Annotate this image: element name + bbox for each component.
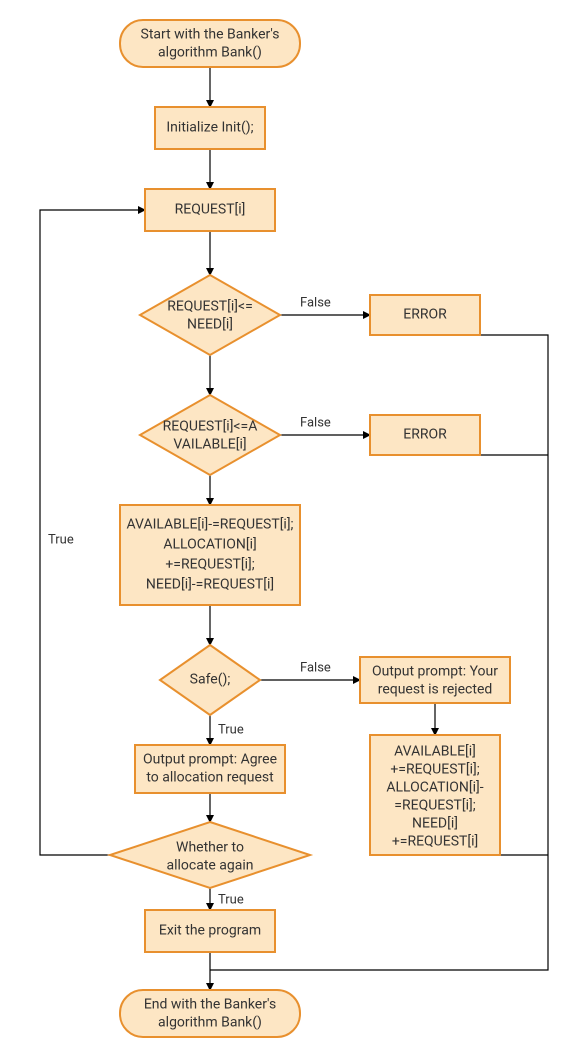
svg-text:+=REQUEST[i]: +=REQUEST[i]	[392, 834, 478, 850]
label-true: True	[218, 722, 244, 737]
process-rollback: AVAILABLE[i] +=REQUEST[i]; ALLOCATION[i]…	[370, 735, 500, 855]
svg-text:Whether to: Whether to	[176, 840, 244, 856]
svg-text:allocate again: allocate again	[166, 858, 253, 874]
svg-text:request is rejected: request is rejected	[378, 682, 493, 698]
process-init: Initialize Init();	[155, 107, 265, 149]
label-false: False	[300, 415, 331, 430]
svg-text:ERROR: ERROR	[403, 427, 447, 443]
process-agree: Output prompt: Agree to allocation reque…	[135, 745, 285, 793]
label-false: False	[300, 295, 331, 310]
svg-text:AVAILABLE[i]-=REQUEST[i];: AVAILABLE[i]-=REQUEST[i];	[127, 517, 294, 533]
svg-text:NEED[i]-=REQUEST[i]: NEED[i]-=REQUEST[i]	[146, 577, 274, 593]
svg-text:REQUEST[i]: REQUEST[i]	[175, 202, 246, 218]
svg-text:=REQUEST[i];: =REQUEST[i];	[394, 798, 475, 814]
terminator-end: End with the Banker's algorithm Bank()	[120, 990, 300, 1037]
svg-text:REQUEST[i]<=A: REQUEST[i]<=A	[163, 419, 258, 435]
svg-text:algorithm Bank(): algorithm Bank()	[158, 45, 262, 61]
process-exit: Exit the program	[145, 910, 275, 952]
svg-text:REQUEST[i]<=: REQUEST[i]<=	[167, 299, 253, 315]
svg-text:Start with the Banker's: Start with the Banker's	[141, 27, 280, 43]
process-error-1: ERROR	[370, 295, 480, 335]
svg-text:ERROR: ERROR	[403, 307, 447, 323]
process-allocate: AVAILABLE[i]-=REQUEST[i]; ALLOCATION[i] …	[120, 505, 300, 605]
svg-text:ALLOCATION[i]: ALLOCATION[i]	[163, 537, 256, 553]
decision-again: Whether to allocate again	[110, 822, 310, 888]
svg-text:+=REQUEST[i];: +=REQUEST[i];	[390, 762, 479, 778]
svg-text:NEED[i]: NEED[i]	[412, 816, 458, 832]
process-reject: Output prompt: Your request is rejected	[360, 657, 510, 703]
svg-text:AVAILABLE[i]: AVAILABLE[i]	[394, 744, 476, 760]
svg-text:to allocation request: to allocation request	[146, 770, 274, 786]
decision-safe: Safe();	[160, 645, 260, 715]
svg-text:ALLOCATION[i]-: ALLOCATION[i]-	[386, 780, 483, 796]
svg-text:Initialize Init();: Initialize Init();	[166, 120, 253, 136]
svg-text:+=REQUEST[i];: +=REQUEST[i];	[165, 557, 254, 573]
decision-need: REQUEST[i]<= NEED[i]	[140, 275, 280, 355]
label-true: True	[218, 892, 244, 907]
svg-text:algorithm Bank(): algorithm Bank()	[158, 1015, 262, 1031]
label-false: False	[300, 660, 331, 675]
svg-text:Output prompt: Agree: Output prompt: Agree	[143, 752, 277, 768]
label-true: True	[48, 532, 74, 547]
decision-available: REQUEST[i]<=A VAILABLE[i]	[140, 395, 280, 475]
svg-text:VAILABLE[i]: VAILABLE[i]	[173, 437, 246, 453]
svg-text:End with the Banker's: End with the Banker's	[144, 997, 276, 1013]
svg-text:Exit the program: Exit the program	[159, 923, 261, 939]
process-request: REQUEST[i]	[145, 189, 275, 231]
svg-text:NEED[i]: NEED[i]	[187, 317, 233, 333]
process-error-2: ERROR	[370, 415, 480, 455]
svg-text:Safe();: Safe();	[190, 672, 231, 688]
svg-text:Output prompt: Your: Output prompt: Your	[372, 664, 498, 680]
terminator-start: Start with the Banker's algorithm Bank()	[120, 20, 300, 67]
